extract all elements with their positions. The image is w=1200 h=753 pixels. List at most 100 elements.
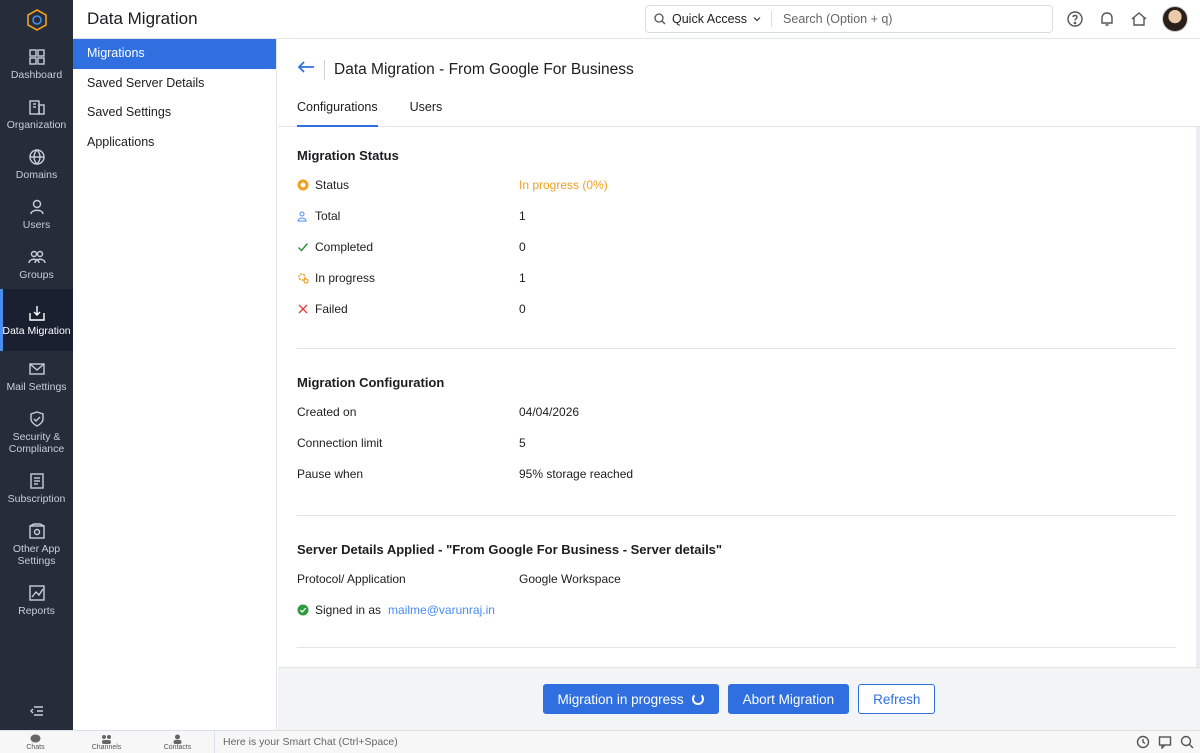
rail-label: Reports: [18, 604, 55, 617]
protocol-label: Protocol/ Application: [297, 571, 406, 586]
search-bar[interactable]: Quick Access Search (Option + q): [645, 5, 1053, 33]
chevron-down-icon: [753, 17, 761, 22]
logo-icon: [26, 8, 47, 31]
back-arrow-icon: [297, 61, 314, 73]
status-clock-icon[interactable]: [1136, 735, 1150, 749]
subscription-icon: [29, 472, 44, 489]
in-progress-value: 1: [519, 270, 526, 285]
spinner-icon: [691, 693, 704, 705]
abort-migration-button[interactable]: Abort Migration: [727, 684, 850, 714]
check-icon: [297, 242, 309, 252]
chat-bar-actions: [1136, 735, 1200, 749]
completed-row: Completed 0: [297, 231, 1176, 262]
apps-icon: [28, 522, 45, 539]
quick-access-dropdown[interactable]: Quick Access: [646, 11, 773, 27]
migration-configuration-section: Migration Configuration Created on 04/04…: [297, 349, 1176, 516]
quick-access-label: Quick Access: [672, 12, 748, 26]
shield-icon: [29, 410, 44, 427]
action-bar: Migration in progress Abort Migration Re…: [278, 667, 1200, 730]
content-scrollbar[interactable]: [1196, 127, 1200, 667]
in-progress-status-icon: [297, 179, 309, 190]
connection-limit-row: Connection limit 5: [297, 427, 1176, 458]
rail-item-data-migration[interactable]: Data Migration: [0, 289, 73, 351]
protocol-value: Google Workspace: [519, 571, 621, 586]
rail-label: Data Migration: [2, 324, 71, 337]
server-details-section: Server Details Applied - "From Google Fo…: [297, 516, 1176, 648]
collapse-rail-button[interactable]: [0, 703, 73, 724]
rail-item-users[interactable]: Users: [0, 189, 73, 239]
rail-item-reports[interactable]: Reports: [0, 575, 73, 625]
chats-label: Chats: [26, 743, 45, 751]
message-icon[interactable]: [1158, 735, 1172, 749]
section-heading: Migration Configuration: [297, 375, 445, 390]
status-row: Status In progress (0%): [297, 169, 1176, 200]
contacts-tab[interactable]: Contacts: [142, 734, 213, 751]
completed-value: 0: [519, 239, 526, 254]
rail-label: Users: [22, 218, 51, 231]
header-actions: [1066, 6, 1188, 32]
migration-in-progress-button[interactable]: Migration in progress: [542, 684, 719, 714]
status-value: In progress (0%): [519, 177, 608, 192]
bell-icon[interactable]: [1098, 10, 1116, 28]
tab-bar: Configurations Users: [278, 100, 1200, 127]
avatar[interactable]: [1162, 6, 1188, 32]
refresh-button[interactable]: Refresh: [858, 684, 936, 714]
total-label: Total: [315, 208, 341, 223]
total-row: Total 1: [297, 200, 1176, 231]
connection-limit-value: 5: [519, 435, 526, 450]
section-heading: Migration Status: [297, 148, 399, 163]
rail-label: Security & Compliance: [8, 430, 65, 455]
rail-label: Subscription: [7, 492, 66, 505]
signed-in-label: Signed in as: [315, 602, 382, 617]
home-icon[interactable]: [1130, 10, 1148, 28]
pause-when-row: Pause when 95% storage reached: [297, 458, 1176, 489]
failed-label: Failed: [315, 301, 348, 316]
user-icon: [29, 199, 44, 214]
tab-configurations[interactable]: Configurations: [297, 100, 378, 127]
subnav-item-applications[interactable]: Applications: [73, 128, 276, 158]
rail-item-dashboard[interactable]: Dashboard: [0, 39, 73, 89]
completed-label: Completed: [315, 239, 374, 254]
migration-status-section: Migration Status Status In progress (0%)…: [297, 127, 1176, 349]
search-icon[interactable]: [1180, 735, 1194, 749]
tab-users[interactable]: Users: [410, 100, 443, 126]
pause-when-value: 95% storage reached: [519, 466, 634, 481]
created-on-label: Created on: [297, 404, 357, 419]
organization-icon: [28, 99, 45, 115]
rail-item-security[interactable]: Security & Compliance: [0, 401, 73, 463]
search-icon: [654, 13, 666, 25]
smart-chat-input[interactable]: Here is your Smart Chat (Ctrl+Space): [214, 730, 1136, 753]
chat-bar: Chats Channels Contacts Here is your Sma…: [0, 730, 1200, 753]
section-heading: Server Details Applied - "From Google Fo…: [297, 542, 723, 557]
gear-progress-icon: [298, 272, 309, 284]
chat-bubble-icon: [30, 734, 41, 742]
rail-item-subscription[interactable]: Subscription: [0, 463, 73, 513]
connection-limit-label: Connection limit: [297, 435, 383, 450]
rail-item-organization[interactable]: Organization: [0, 89, 73, 139]
rail-item-domains[interactable]: Domains: [0, 139, 73, 189]
app-logo[interactable]: [0, 0, 73, 39]
subnav-item-migrations[interactable]: Migrations: [73, 39, 276, 69]
help-icon[interactable]: [1066, 10, 1084, 28]
page-header: Data Migration - From Google For Busines…: [278, 39, 1200, 100]
subnav-item-saved-settings[interactable]: Saved Settings: [73, 98, 276, 128]
dashboard-icon: [28, 48, 45, 65]
page-title: Data Migration - From Google For Busines…: [334, 60, 634, 78]
migration-icon: [28, 305, 45, 321]
search-input[interactable]: Search (Option + q): [772, 12, 892, 26]
subnav-item-saved-server-details[interactable]: Saved Server Details: [73, 69, 276, 99]
pause-when-label: Pause when: [297, 466, 364, 481]
rail-item-other-app-settings[interactable]: Other App Settings: [0, 513, 73, 575]
rail-item-groups[interactable]: Groups: [0, 239, 73, 289]
app-title: Data Migration: [87, 9, 198, 28]
rail-item-mail-settings[interactable]: Mail Settings: [0, 351, 73, 401]
channels-tab[interactable]: Channels: [71, 734, 142, 751]
back-button[interactable]: [296, 57, 316, 82]
signed-in-email[interactable]: mailme@varunraj.in: [388, 603, 495, 617]
contacts-label: Contacts: [163, 743, 192, 751]
failed-value: 0: [519, 301, 526, 316]
contacts-icon: [173, 734, 182, 744]
reports-icon: [28, 584, 45, 601]
total-value: 1: [519, 208, 526, 223]
chats-tab[interactable]: Chats: [0, 734, 71, 751]
